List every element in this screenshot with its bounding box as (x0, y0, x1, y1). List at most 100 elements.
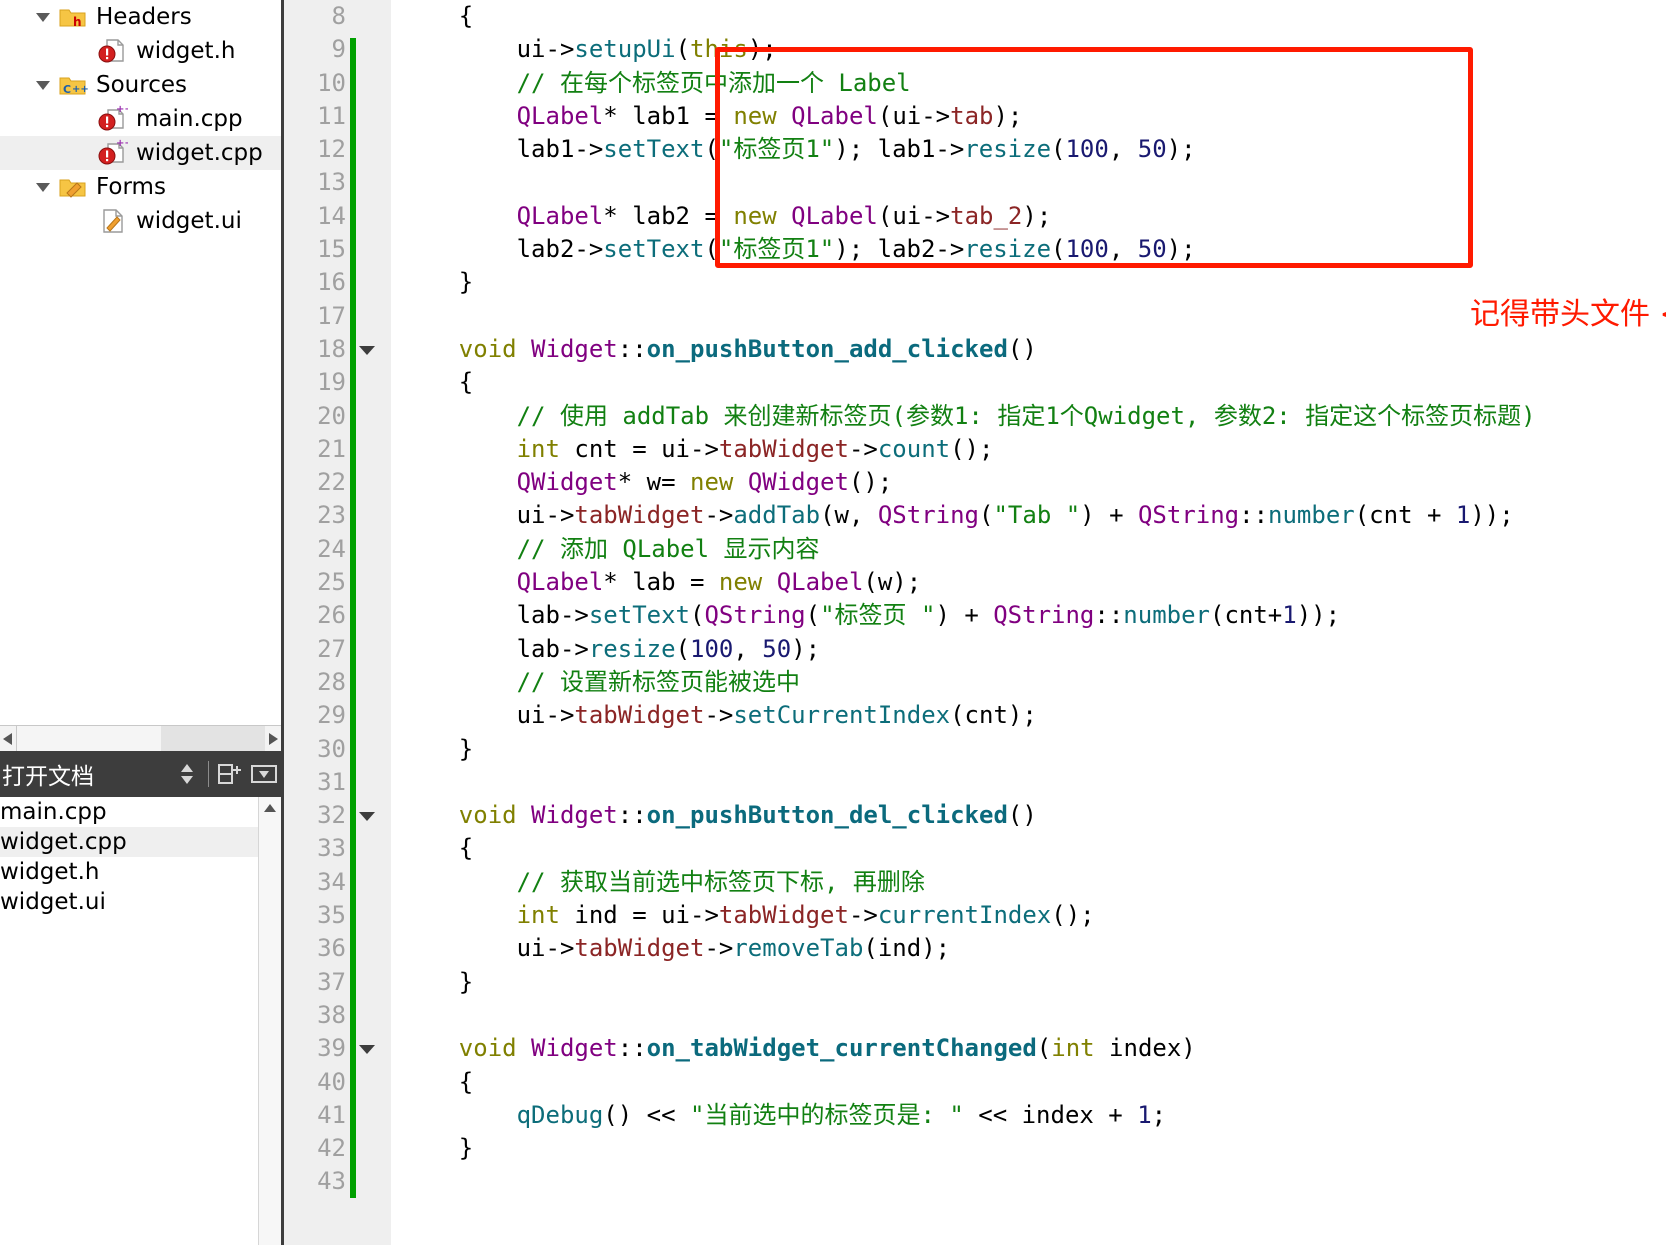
code-line[interactable]: 8 { (332, 0, 1666, 33)
open-documents-header: 打开文档 (0, 751, 281, 797)
code-text: void Widget::on_tabWidget_currentChanged… (458, 1034, 1196, 1063)
code-line[interactable]: 28 // 设置新标签页能被选中 (317, 666, 1666, 699)
code-line[interactable]: 15 lab2->setText("标签页1"); lab2->resize(1… (317, 233, 1666, 266)
line-number: 11 (317, 101, 346, 130)
code-line[interactable]: 42 } (317, 1132, 1666, 1165)
code-line[interactable]: 14 QLabel* lab2 = new QLabel(ui->tab_2); (317, 200, 1666, 233)
folder-form-icon (56, 170, 90, 204)
code-text: qDebug() << "当前选中的标签页是: " << index + 1; (516, 1100, 1167, 1129)
code-line[interactable]: 30 } (317, 733, 1666, 766)
ui-file-icon (96, 204, 130, 238)
code-line[interactable]: 32 void Widget::on_pushButton_del_clicke… (317, 799, 1666, 832)
tree-item-widget-h[interactable]: widget.h (0, 34, 281, 68)
code-line[interactable]: 12 lab1->setText("标签页1"); lab1->resize(1… (317, 133, 1666, 166)
hscroll-trough[interactable] (161, 726, 265, 752)
code-text: { (458, 2, 474, 30)
code-line[interactable]: 37 } (317, 966, 1666, 999)
line-number: 14 (317, 201, 346, 230)
folder-cpp-icon: C ++ (56, 68, 90, 102)
code-line[interactable]: 11 QLabel* lab1 = new QLabel(ui->tab); (317, 100, 1666, 133)
fold-toggle-icon[interactable] (353, 799, 381, 832)
tree-item-widget-cpp[interactable]: ++ widget.cpp (0, 136, 281, 170)
tree-item-Headers[interactable]: h Headers (0, 0, 281, 34)
code-text: lab->setText(QString("标签页 ") + QString::… (516, 601, 1341, 630)
open-documents-list[interactable]: main.cpp widget.cpp widget.h widget.ui (0, 797, 281, 1245)
code-line[interactable]: 19 { (317, 366, 1666, 399)
code-line[interactable]: 40 { (317, 1066, 1666, 1099)
code-line[interactable]: 25 QLabel* lab = new QLabel(w); (317, 566, 1666, 599)
code-text: ui->setupUi(this); (516, 35, 777, 64)
project-tree-horizontal-scrollbar[interactable] (0, 725, 281, 752)
open-documents-rows[interactable]: main.cpp widget.cpp widget.h widget.ui (0, 797, 281, 917)
open-document-item[interactable]: main.cpp (0, 797, 281, 827)
svg-text:++: ++ (116, 105, 128, 115)
code-line[interactable]: 27 lab->resize(100, 50); (317, 633, 1666, 666)
line-number: 23 (317, 501, 346, 530)
code-line[interactable]: 31 (317, 766, 1666, 799)
hscroll-thumb[interactable] (16, 726, 163, 752)
code-line[interactable]: 20 // 使用 addTab 来创建新标签页(参数1: 指定1个Qwidget… (317, 400, 1666, 433)
code-line[interactable]: 41 qDebug() << "当前选中的标签页是: " << index + … (317, 1099, 1666, 1132)
code-line[interactable]: 33 { (317, 832, 1666, 865)
tree-item-main-cpp[interactable]: ++ main.cpp (0, 102, 281, 136)
line-number: 13 (317, 168, 346, 197)
code-line[interactable]: 34 // 获取当前选中标签页下标, 再删除 (317, 866, 1666, 899)
tree-item-label: main.cpp (136, 106, 243, 132)
open-document-item[interactable]: widget.ui (0, 887, 281, 917)
code-line[interactable]: 21 int cnt = ui->tabWidget->count(); (317, 433, 1666, 466)
code-line[interactable]: 9 ui->setupUi(this); (332, 33, 1666, 66)
code-line[interactable]: 38 (317, 999, 1666, 1032)
code-line[interactable]: 22 QWidget* w= new QWidget(); (317, 466, 1666, 499)
fold-toggle-icon[interactable] (353, 333, 381, 366)
code-line[interactable]: 18 void Widget::on_pushButton_add_clicke… (317, 333, 1666, 366)
code-text: } (458, 268, 474, 297)
tree-item-label: widget.cpp (136, 140, 263, 166)
open-documents-vertical-scrollbar[interactable] (258, 797, 281, 1245)
line-number: 24 (317, 534, 346, 563)
code-text: // 使用 addTab 来创建新标签页(参数1: 指定1个Qwidget, 参… (516, 401, 1536, 430)
code-text: void Widget::on_pushButton_add_clicked() (458, 334, 1037, 363)
code-line[interactable]: 26 lab->setText(QString("标签页 ") + QStrin… (317, 599, 1666, 632)
scroll-right-arrow-icon[interactable] (265, 726, 281, 752)
code-line[interactable]: 13 (317, 166, 1666, 199)
chevron-down-icon[interactable] (30, 0, 56, 34)
tree-item-Forms[interactable]: Forms (0, 170, 281, 204)
line-number: 18 (317, 334, 346, 363)
chevron-down-icon[interactable] (30, 68, 56, 102)
sort-updown-icon[interactable] (170, 754, 204, 794)
code-text: // 添加 QLabel 显示内容 (516, 534, 820, 563)
code-lines-container[interactable]: 8 {9 ui->setupUi(this); 10 // 在每个标签页中添加一个… (317, 0, 1666, 1245)
line-number: 37 (317, 967, 346, 996)
line-number: 25 (317, 568, 346, 597)
line-number: 26 (317, 601, 346, 630)
code-line[interactable]: 39 void Widget::on_tabWidget_currentChan… (317, 1032, 1666, 1065)
code-text: lab->resize(100, 50); (516, 634, 821, 663)
code-line[interactable]: 23 ui->tabWidget->addTab(w, QString("Tab… (317, 499, 1666, 532)
scroll-left-arrow-icon[interactable] (0, 726, 16, 752)
code-line[interactable]: 10 // 在每个标签页中添加一个 Label (317, 67, 1666, 100)
hscroll-track[interactable] (16, 726, 265, 752)
code-editor[interactable]: 8 {9 ui->setupUi(this); 10 // 在每个标签页中添加一个… (281, 0, 1666, 1245)
tree-item-Sources[interactable]: C ++ Sources (0, 68, 281, 102)
code-line[interactable]: 24 // 添加 QLabel 显示内容 (317, 533, 1666, 566)
line-number: 10 (317, 68, 346, 97)
chevron-down-icon[interactable] (30, 170, 56, 204)
open-document-item[interactable]: widget.cpp (0, 827, 281, 857)
split-add-icon[interactable] (213, 754, 247, 794)
line-number: 36 (317, 934, 346, 963)
line-number: 34 (317, 867, 346, 896)
code-text: int cnt = ui->tabWidget->count(); (516, 434, 994, 463)
fold-toggle-icon[interactable] (353, 1032, 381, 1065)
code-line[interactable]: 29 ui->tabWidget->setCurrentIndex(cnt); (317, 699, 1666, 732)
project-tree[interactable]: hHeaderswidget.hC++Sources ++ main.cpp ++wi… (0, 0, 281, 725)
dropdown-box-icon[interactable] (247, 754, 281, 794)
code-text: } (458, 734, 474, 763)
open-document-item[interactable]: widget.h (0, 857, 281, 887)
scroll-up-arrow-icon[interactable] (259, 797, 281, 819)
code-line[interactable]: 35 int ind = ui->tabWidget->currentIndex… (317, 899, 1666, 932)
line-number: 33 (317, 834, 346, 863)
tree-item-widget-ui[interactable]: widget.ui (0, 204, 281, 238)
code-line[interactable]: 36 ui->tabWidget->removeTab(ind); (317, 932, 1666, 965)
code-line[interactable]: 43 (317, 1165, 1666, 1198)
